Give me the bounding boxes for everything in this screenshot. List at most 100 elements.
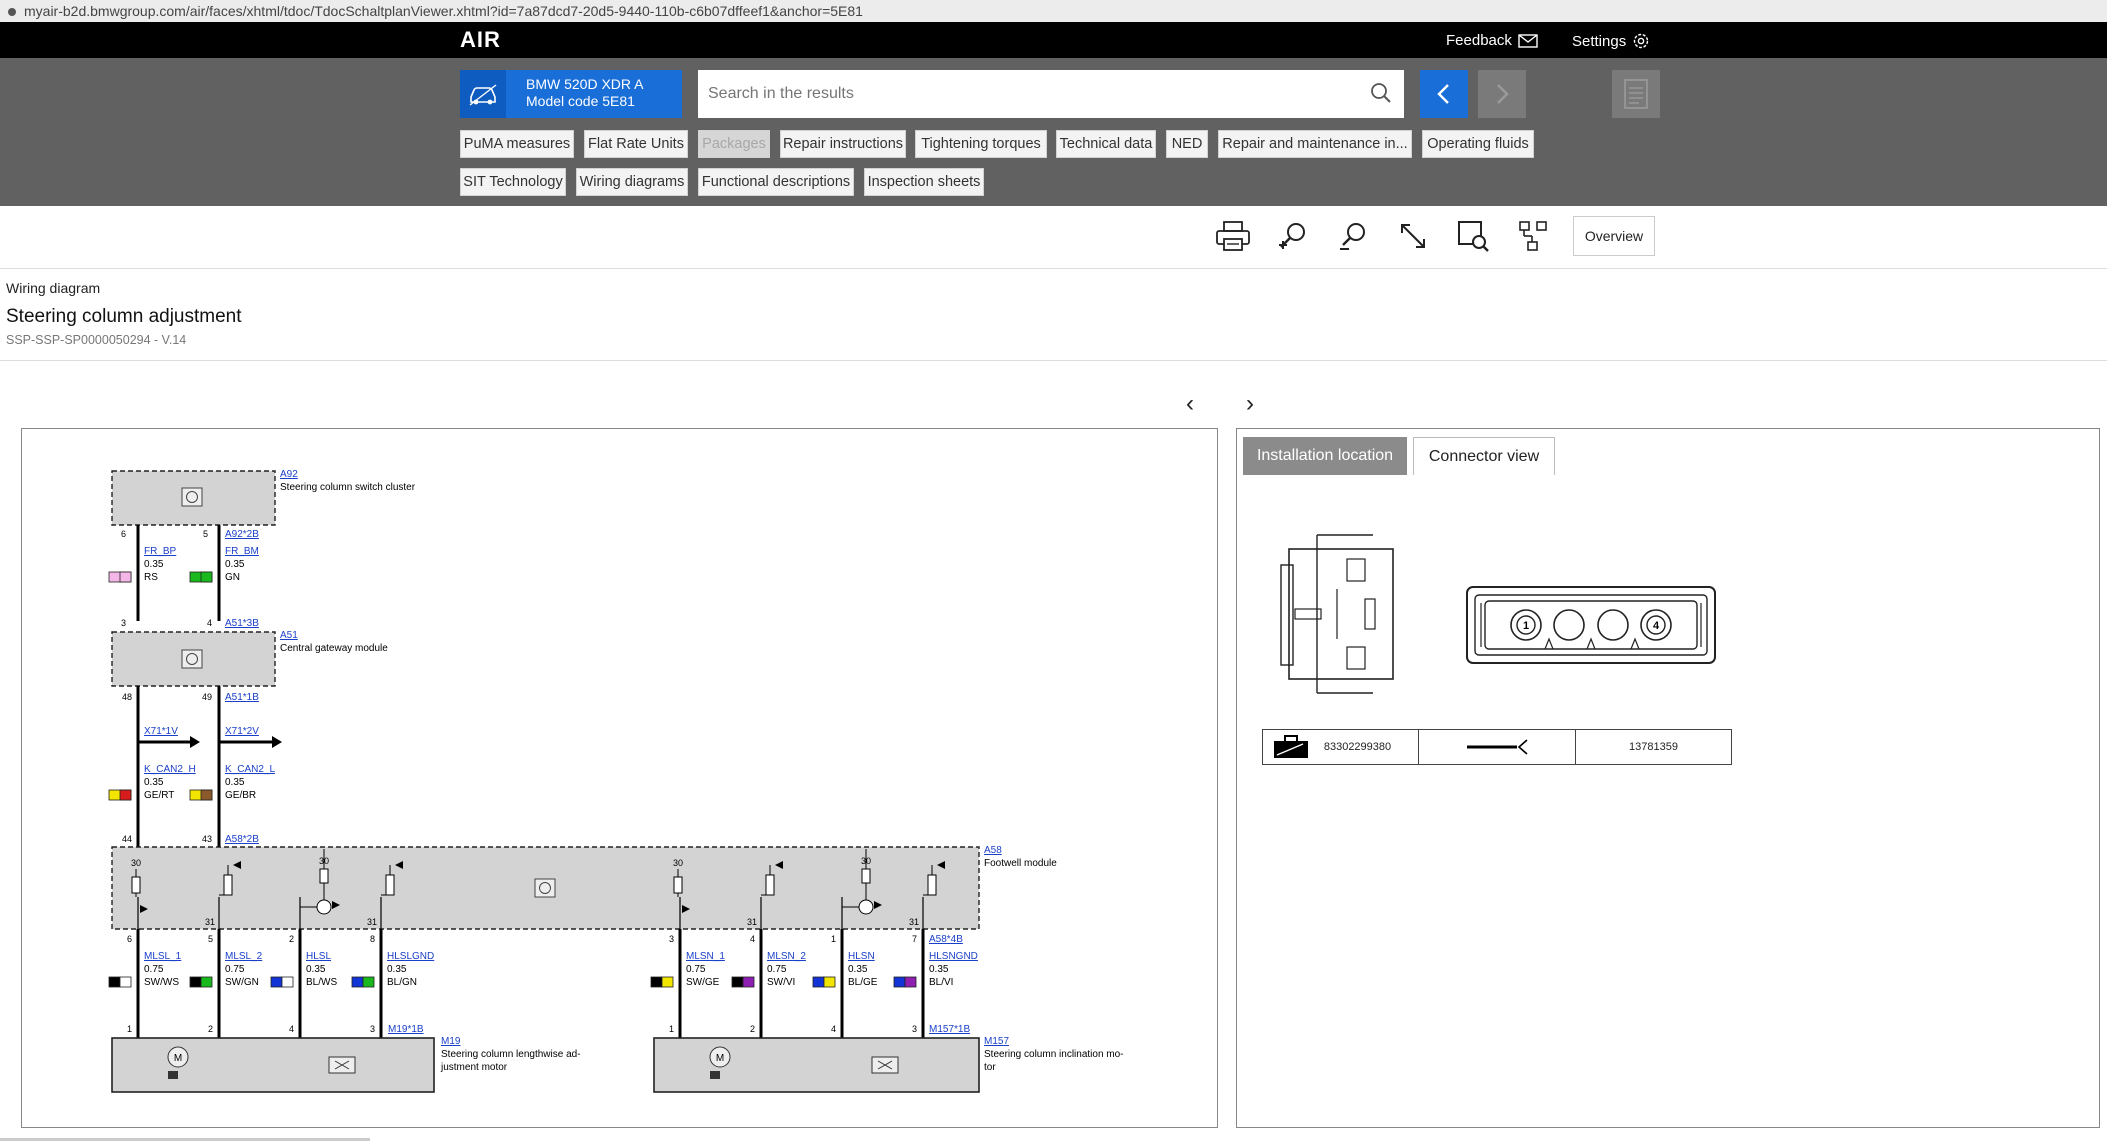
resistor-symbol bbox=[319, 868, 329, 884]
wire-signal: HLSNGND bbox=[929, 951, 978, 962]
wire-color-swatch bbox=[362, 976, 375, 988]
chip-flat-rate-units[interactable]: Flat Rate Units bbox=[584, 130, 688, 158]
m157-code[interactable]: M157 bbox=[984, 1036, 1009, 1047]
tab-connector-view[interactable]: Connector view bbox=[1413, 437, 1555, 475]
lower-wires: 6 MLSL_1 0.75 SW/WS 1 5 MLSL_2 0.75 SW/GN 2 2 HLSL 0… bbox=[108, 929, 978, 1038]
motor-pin: 4 bbox=[831, 1024, 836, 1034]
vehicle-selector[interactable]: BMW 520D XDR A Model code 5E81 bbox=[460, 70, 682, 118]
wire-size: 0.35 bbox=[306, 964, 326, 975]
wire-size: 0.35 bbox=[929, 964, 949, 975]
chip-tightening-torques[interactable]: Tightening torques bbox=[915, 130, 1047, 158]
wiring-diagram-panel[interactable]: A92 Steering column switch cluster 6 5 A… bbox=[21, 428, 1218, 1128]
zoom-out-button[interactable] bbox=[1333, 216, 1373, 256]
wire-color: BL/GE bbox=[848, 977, 878, 988]
a51-code[interactable]: A51 bbox=[280, 630, 298, 641]
search-input[interactable] bbox=[698, 70, 1350, 118]
chip-packages: Packages bbox=[698, 130, 770, 158]
a58-code[interactable]: A58 bbox=[984, 845, 1002, 856]
a92-name: Steering column switch cluster bbox=[280, 482, 416, 493]
a58-connector[interactable]: A58*4B bbox=[929, 934, 963, 945]
a51-name: Central gateway module bbox=[280, 643, 388, 654]
wire-color: GN bbox=[225, 572, 240, 583]
wire-color-swatch bbox=[661, 976, 674, 988]
wire-size: 0.35 bbox=[225, 777, 245, 788]
a92-code[interactable]: A92 bbox=[280, 469, 298, 480]
structure-button[interactable] bbox=[1513, 216, 1553, 256]
wire-color: SW/VI bbox=[767, 977, 795, 988]
tab-installation-location[interactable]: Installation location bbox=[1243, 437, 1407, 475]
document-icon bbox=[1624, 79, 1648, 109]
forward-button[interactable] bbox=[1478, 70, 1526, 118]
wire-signal: MLSL_1 bbox=[144, 951, 182, 962]
chip-wiring-diagrams[interactable]: Wiring diagrams bbox=[576, 168, 688, 196]
wire-color: SW/GE bbox=[686, 977, 720, 988]
wire-size: 0.75 bbox=[686, 964, 706, 975]
site-info-icon[interactable] bbox=[8, 8, 16, 17]
a51-connector[interactable]: A51*1B bbox=[225, 692, 259, 703]
module-icon bbox=[534, 878, 556, 898]
connector-front-view: 1 4 bbox=[1466, 586, 1716, 664]
terminal-number[interactable]: 13781359 bbox=[1629, 741, 1678, 753]
chip-inspection-sheets[interactable]: Inspection sheets bbox=[864, 168, 984, 196]
zoom-area-button[interactable] bbox=[1453, 216, 1493, 256]
gateway-icon bbox=[181, 649, 203, 669]
vehicle-code: Model code 5E81 bbox=[526, 93, 635, 109]
feedback-link[interactable]: Feedback bbox=[1446, 32, 1538, 49]
a58-pin: 7 bbox=[912, 934, 917, 944]
motor-pin: 4 bbox=[289, 1024, 294, 1034]
m19-code[interactable]: M19 bbox=[441, 1036, 461, 1047]
transistor-symbol bbox=[858, 899, 874, 915]
wire-color: SW/GN bbox=[225, 977, 259, 988]
a58-pin: 5 bbox=[208, 934, 213, 944]
wire-signal[interactable]: FR_BM bbox=[225, 546, 259, 557]
x71-connector[interactable]: X71*1V bbox=[144, 726, 178, 737]
browser-url-bar[interactable]: myair-b2d.bmwgroup.com/air/faces/xhtml/t… bbox=[0, 0, 2107, 22]
resistor-symbol bbox=[131, 876, 141, 894]
overview-button[interactable]: Overview bbox=[1573, 216, 1655, 256]
wire-color-swatch bbox=[108, 976, 121, 988]
chip-technical-data[interactable]: Technical data bbox=[1056, 130, 1156, 158]
wire-signal[interactable]: FR_BP bbox=[144, 546, 177, 557]
chip-repair-instructions[interactable]: Repair instructions bbox=[780, 130, 906, 158]
chip-sit-technology[interactable]: SIT Technology bbox=[460, 168, 566, 196]
a92-connector[interactable]: A92*2B bbox=[225, 529, 259, 540]
chip-operating-fluids[interactable]: Operating fluids bbox=[1422, 130, 1534, 158]
m157-connector[interactable]: M157*1B bbox=[929, 1024, 970, 1035]
m19-connector[interactable]: M19*1B bbox=[388, 1024, 424, 1035]
chip-functional-descriptions[interactable]: Functional descriptions bbox=[698, 168, 854, 196]
wire-size: 0.35 bbox=[387, 964, 407, 975]
wire-color-swatch bbox=[650, 976, 663, 988]
wire-signal[interactable]: K_CAN2_L bbox=[225, 764, 275, 775]
wire-size: 0.35 bbox=[225, 559, 245, 570]
pin-label: 1 bbox=[1523, 620, 1529, 632]
wire-signal[interactable]: K_CAN2_H bbox=[144, 764, 196, 775]
wire-color-swatch bbox=[281, 976, 294, 988]
divider bbox=[0, 268, 2107, 269]
terminal-31-label: 31 bbox=[205, 917, 215, 927]
part-number[interactable]: 83302299380 bbox=[1324, 741, 1391, 753]
print-button[interactable] bbox=[1213, 216, 1253, 256]
chip-puma-measures[interactable]: PuMA measures bbox=[460, 130, 574, 158]
url-text: myair-b2d.bmwgroup.com/air/faces/xhtml/t… bbox=[24, 3, 863, 19]
chip-ned[interactable]: NED bbox=[1166, 130, 1208, 158]
wire-color: SW/WS bbox=[144, 977, 179, 988]
previous-page-button[interactable]: ‹ bbox=[1186, 390, 1194, 418]
a58-connector[interactable]: A58*2B bbox=[225, 834, 259, 845]
fit-screen-button[interactable] bbox=[1393, 216, 1433, 256]
document-list-button[interactable] bbox=[1612, 70, 1660, 118]
page-title: Steering column adjustment bbox=[6, 306, 242, 327]
chip-repair-maintenance[interactable]: Repair and maintenance in... bbox=[1218, 130, 1412, 158]
feedback-label: Feedback bbox=[1446, 32, 1512, 49]
a58-name: Footwell module bbox=[984, 858, 1057, 869]
a58-pin: 2 bbox=[289, 934, 294, 944]
back-button[interactable] bbox=[1420, 70, 1468, 118]
search-icon[interactable] bbox=[1370, 82, 1392, 104]
settings-link[interactable]: Settings bbox=[1572, 32, 1650, 50]
wire-color-swatch bbox=[731, 976, 744, 988]
x71-connector[interactable]: X71*2V bbox=[225, 726, 259, 737]
a58-pin: 6 bbox=[127, 934, 132, 944]
next-page-button[interactable]: › bbox=[1246, 390, 1254, 418]
wire-color-swatch bbox=[200, 789, 213, 801]
zoom-in-button[interactable] bbox=[1273, 216, 1313, 256]
a51-connector[interactable]: A51*3B bbox=[225, 618, 259, 629]
